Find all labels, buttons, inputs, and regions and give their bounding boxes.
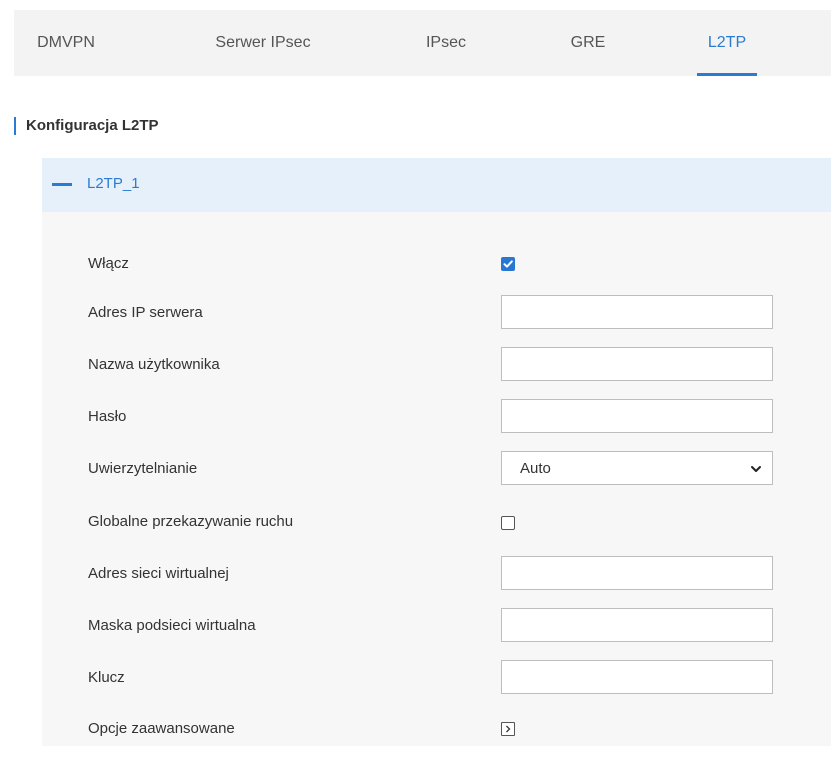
key-label: Klucz	[88, 669, 125, 686]
virtual-network-input[interactable]	[501, 556, 773, 590]
tab-dmvpn[interactable]: DMVPN	[34, 10, 98, 76]
l2tp-card-title: L2TP_1	[87, 175, 140, 192]
auth-select[interactable]: Auto	[501, 451, 773, 485]
advanced-options-toggle[interactable]	[501, 722, 515, 736]
auth-select-value: Auto	[520, 460, 551, 477]
tab-bar: DMVPN Serwer IPsec IPsec GRE L2TP	[14, 10, 831, 76]
global-forwarding-label: Globalne przekazywanie ruchu	[88, 513, 294, 530]
tab-serwer-ipsec[interactable]: Serwer IPsec	[208, 10, 318, 76]
section-title: Konfiguracja L2TP	[14, 117, 159, 135]
advanced-options-label: Opcje zaawansowane	[88, 720, 235, 737]
virtual-mask-input[interactable]	[501, 608, 773, 642]
enable-label: Włącz	[88, 255, 129, 272]
checkmark-icon	[503, 260, 513, 268]
tab-gre-label: GRE	[570, 34, 606, 51]
auth-label: Uwierzytelnianie	[88, 460, 198, 477]
collapse-minus-icon[interactable]	[52, 183, 72, 186]
password-label: Hasło	[88, 408, 127, 425]
virtual-network-label: Adres sieci wirtualnej	[88, 565, 229, 582]
tab-dmvpn-label: DMVPN	[37, 34, 95, 51]
tab-serwer-ipsec-label: Serwer IPsec	[215, 34, 311, 51]
server-ip-label: Adres IP serwera	[88, 304, 203, 321]
username-input[interactable]	[501, 347, 773, 381]
global-forwarding-checkbox[interactable]	[501, 516, 515, 530]
username-label: Nazwa użytkownika	[88, 356, 220, 373]
enable-checkbox[interactable]	[501, 257, 515, 271]
virtual-mask-label: Maska podsieci wirtualna	[88, 617, 256, 634]
tab-l2tp-label: L2TP	[707, 34, 747, 51]
l2tp-card-header[interactable]: L2TP_1	[42, 158, 831, 212]
server-ip-input[interactable]	[501, 295, 773, 329]
password-input[interactable]	[501, 399, 773, 433]
tab-ipsec[interactable]: IPsec	[419, 10, 473, 76]
tab-ipsec-label: IPsec	[425, 34, 466, 51]
chevron-right-icon	[506, 725, 511, 733]
tab-l2tp[interactable]: L2TP	[697, 10, 757, 76]
key-input[interactable]	[501, 660, 773, 694]
tab-gre[interactable]: GRE	[566, 10, 610, 76]
chevron-down-icon	[751, 466, 761, 472]
